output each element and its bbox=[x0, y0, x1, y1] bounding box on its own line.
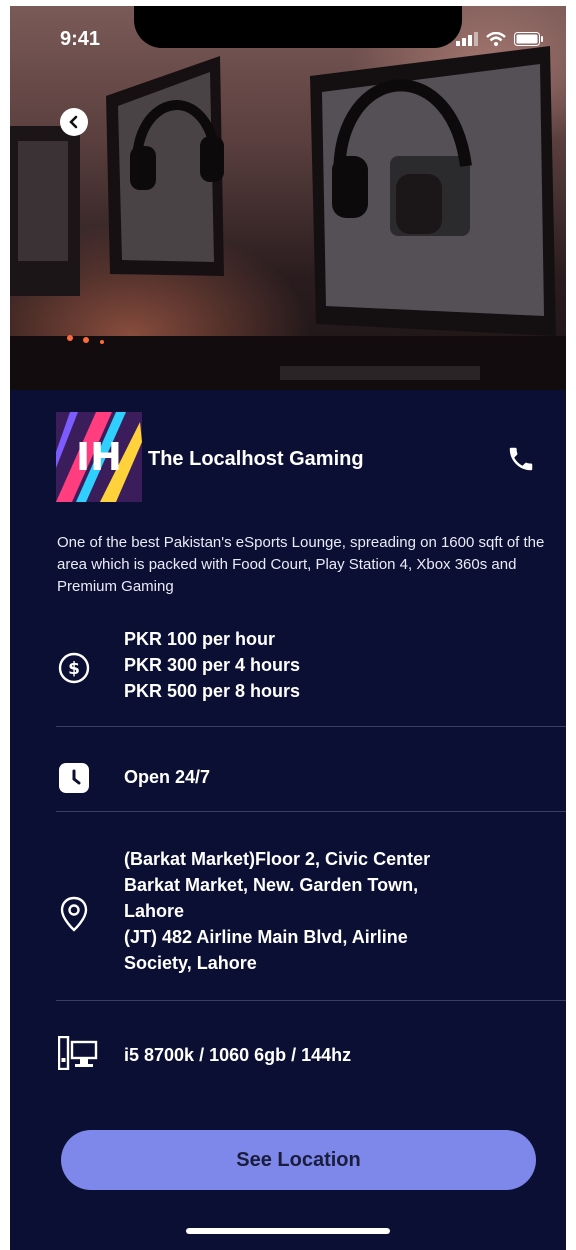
notch bbox=[134, 6, 462, 48]
address-row[interactable]: (Barkat Market)Floor 2, Civic Center Bar… bbox=[10, 846, 566, 986]
specs-row: i5 8700k / 1060 6gb / 144hz bbox=[10, 1030, 566, 1080]
desktop-computer-icon bbox=[58, 1036, 98, 1070]
address-line: Lahore bbox=[124, 901, 185, 921]
venue-name: The Localhost Gaming bbox=[148, 448, 364, 470]
venue-header: IH The Localhost Gaming bbox=[56, 412, 546, 504]
phone-icon[interactable] bbox=[506, 444, 536, 474]
hours-row: Open 24/7 bbox=[10, 750, 566, 800]
pricing-row: $ PKR 100 per hour PKR 300 per 4 hours P… bbox=[10, 622, 566, 712]
address-line: Barkat Market, New. Garden Town, bbox=[124, 875, 419, 895]
battery-icon bbox=[514, 32, 543, 46]
dollar-circle-icon: $ bbox=[58, 652, 90, 684]
chevron-left-icon bbox=[69, 115, 78, 129]
see-location-button[interactable]: See Location bbox=[61, 1130, 536, 1190]
price-line: PKR 500 per 8 hours bbox=[124, 681, 301, 701]
venue-description: One of the best Pakistan's eSports Loung… bbox=[57, 534, 545, 595]
home-indicator bbox=[186, 1228, 390, 1234]
status-icons bbox=[456, 32, 544, 46]
svg-text:IH: IH bbox=[76, 435, 122, 479]
address-line: Society, Lahore bbox=[124, 953, 257, 973]
specs-text: i5 8700k / 1060 6gb / 144hz bbox=[124, 1045, 352, 1065]
location-pin-icon bbox=[60, 896, 88, 932]
hours-text: Open 24/7 bbox=[124, 767, 211, 787]
address-line: (Barkat Market)Floor 2, Civic Center bbox=[124, 849, 431, 869]
price-line: PKR 300 per 4 hours bbox=[124, 655, 301, 675]
venue-logo: IH bbox=[56, 412, 142, 502]
divider bbox=[56, 1000, 566, 1001]
signal-icon bbox=[456, 32, 478, 46]
divider bbox=[56, 811, 566, 812]
hero-image bbox=[10, 6, 566, 390]
pricing-text: PKR 100 per hour PKR 300 per 4 hours PKR… bbox=[124, 626, 300, 704]
phone-screen: 9:41 IH The Localhost Gaming One of the … bbox=[10, 6, 566, 1250]
wifi-icon bbox=[486, 32, 506, 46]
price-line: PKR 100 per hour bbox=[124, 629, 276, 649]
back-button[interactable] bbox=[60, 108, 88, 136]
divider bbox=[56, 726, 566, 727]
svg-text:$: $ bbox=[68, 659, 80, 679]
address-line: (JT) 482 Airline Main Blvd, Airline bbox=[124, 927, 408, 947]
address-text: (Barkat Market)Floor 2, Civic Center Bar… bbox=[124, 846, 430, 976]
clock-icon bbox=[59, 763, 89, 793]
status-time: 9:41 bbox=[60, 28, 101, 50]
